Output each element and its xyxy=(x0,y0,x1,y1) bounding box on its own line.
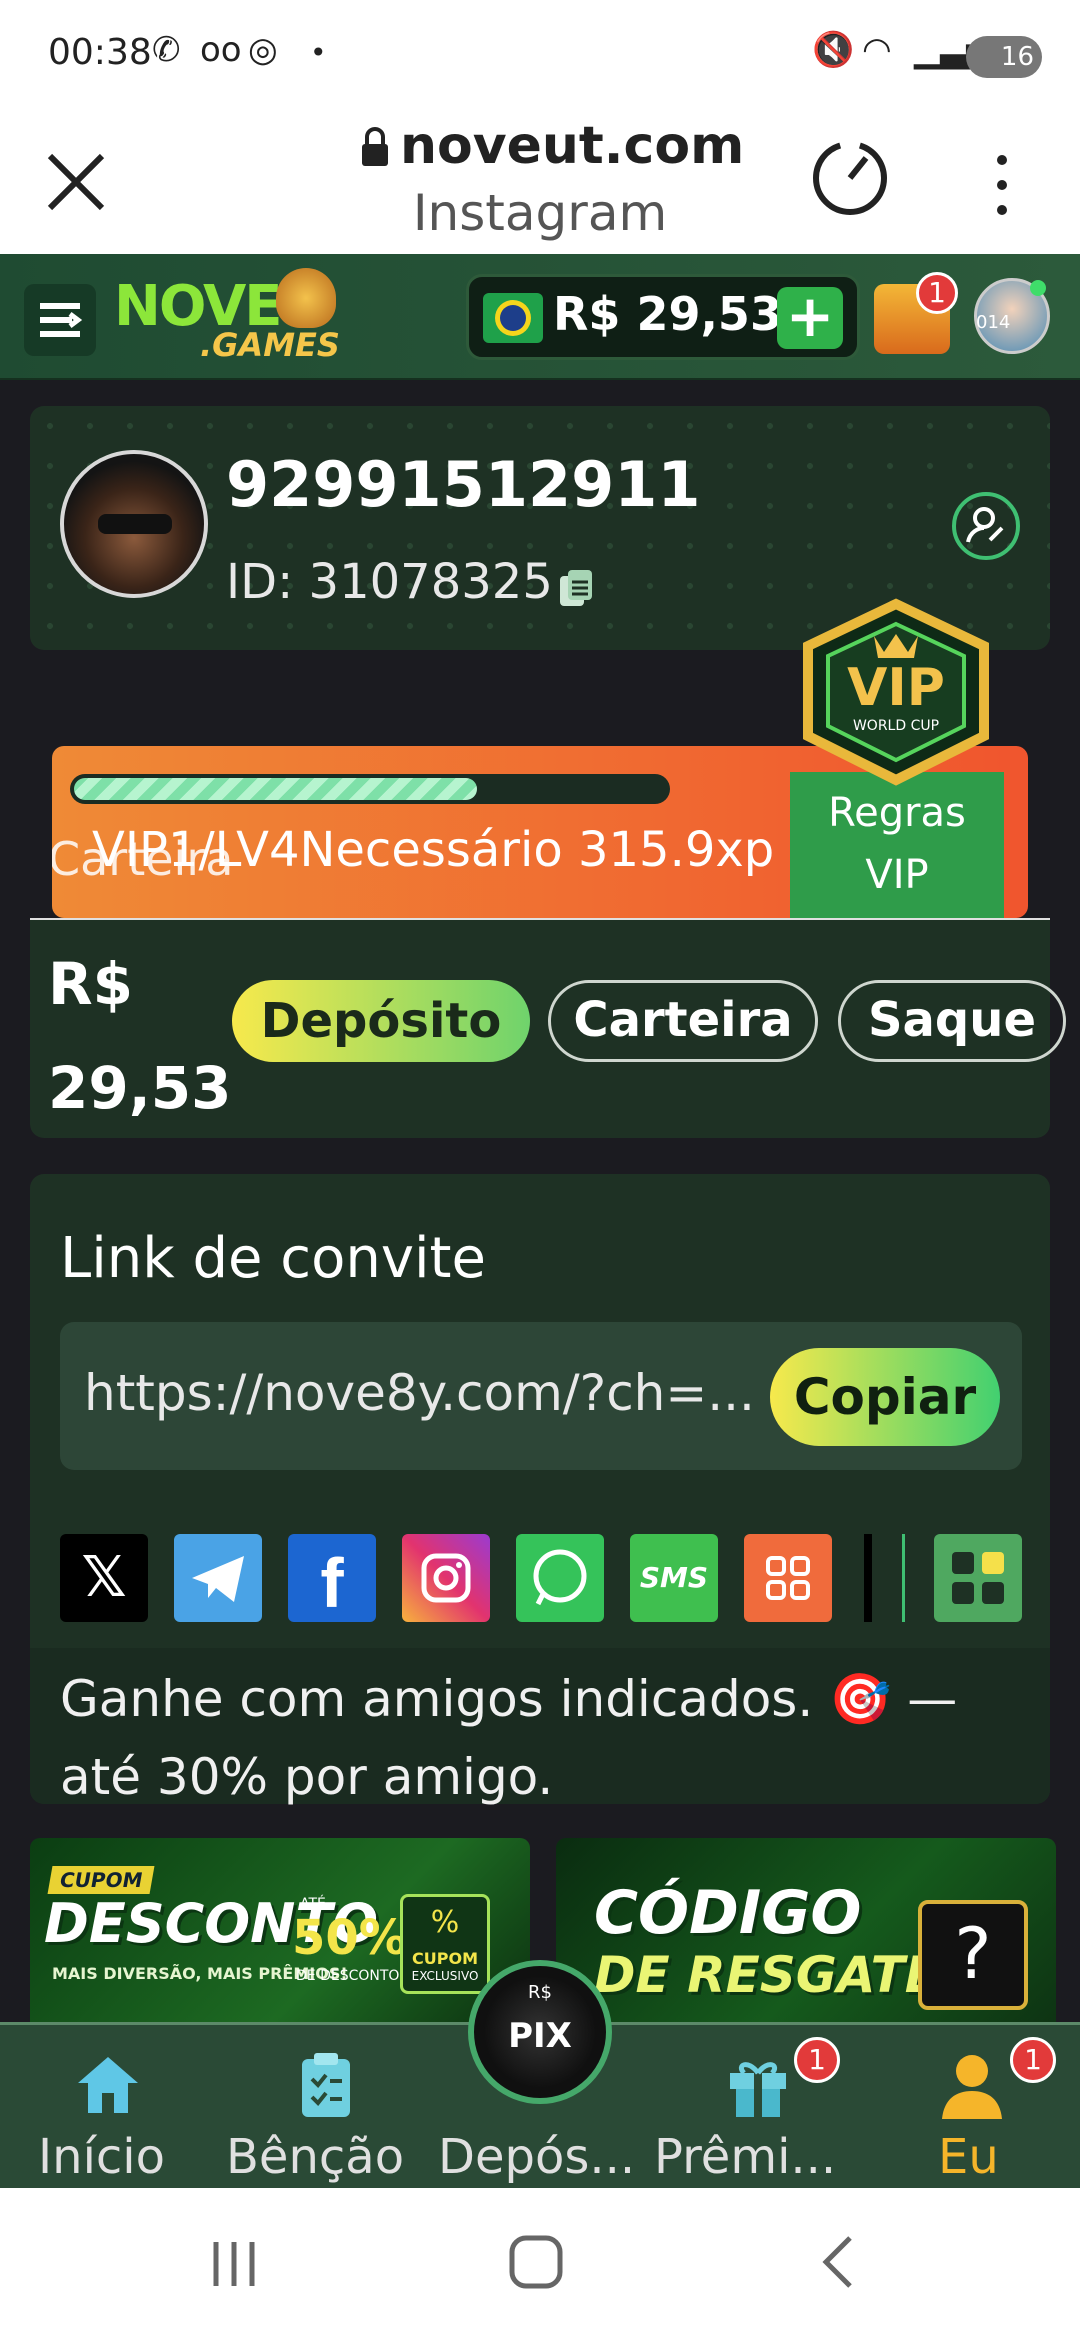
voicemail-icon: oo xyxy=(200,30,242,70)
deposit-button[interactable]: Depósito xyxy=(232,980,530,1062)
pix-currency: R$ xyxy=(528,1982,552,2003)
copy-id-icon[interactable] xyxy=(558,568,594,608)
me-badge: 1 xyxy=(1010,2037,1056,2083)
earn-description: Ganhe com amigos indicados. 🎯 — até 30% … xyxy=(60,1670,958,1806)
speed-gauge-icon[interactable] xyxy=(808,136,892,220)
online-indicator xyxy=(1030,280,1046,296)
status-bar: 00:38 ✆ oo ◎ • 🔇 ◠ ▁▃▅ 16 xyxy=(0,0,1080,110)
battery-indicator: 16 xyxy=(966,36,1042,78)
user-icon[interactable] xyxy=(936,2049,1008,2121)
scroll-divider xyxy=(864,1534,872,1622)
battery-level: 16 xyxy=(1000,42,1034,72)
wallet-amount: 29,53 xyxy=(48,1054,232,1122)
nav-prizes[interactable]: Prêmi... xyxy=(654,2129,836,2185)
wallet-section: R$ 29,53 Depósito Carteira Saque xyxy=(30,918,1066,1140)
back-icon[interactable] xyxy=(816,2232,860,2292)
vip-badge-subtitle: WORLD CUP xyxy=(852,718,940,734)
nav-me[interactable]: Eu xyxy=(938,2129,999,2185)
coupon-exclusive: EXCLUSIVO xyxy=(411,1969,479,1983)
nav-blessing[interactable]: Bênção xyxy=(226,2129,404,2185)
user-avatar[interactable] xyxy=(60,450,208,598)
more-options-icon[interactable] xyxy=(990,150,1014,220)
wifi-icon: ◠ xyxy=(862,30,892,70)
x-share-icon[interactable]: 𝕏 xyxy=(60,1534,148,1622)
coupon-ticket: % CUPOM EXCLUSIVO xyxy=(400,1894,490,1994)
hamburger-icon xyxy=(40,303,83,337)
discount-coupon-banner[interactable]: CUPOM DESCONTO MAIS DIVERSÃO, MAIS PRÊMI… xyxy=(30,1838,530,2048)
facebook-share-icon[interactable]: f xyxy=(288,1534,376,1622)
discount-percent: 50% xyxy=(292,1910,407,1966)
notification-dot: • xyxy=(310,36,327,69)
whatsapp-icon: ◎ xyxy=(248,30,278,70)
percent-icon: % xyxy=(430,1905,460,1940)
vip-rules-label-1: Regras xyxy=(828,790,966,836)
app-share-icon[interactable] xyxy=(744,1534,832,1622)
invite-link[interactable]: https://nove8y.com/?ch=... xyxy=(84,1364,774,1422)
username: 92991512911 xyxy=(226,448,701,521)
vip-badge-title: VIP xyxy=(847,658,945,718)
system-navigation-bar xyxy=(0,2188,1080,2340)
site-header: NOVE .GAMES R$ 29,53 + 1 014 xyxy=(0,254,1080,380)
vip-badge[interactable]: VIP WORLD CUP xyxy=(788,596,1004,786)
instagram-share-icon[interactable] xyxy=(402,1534,490,1622)
vip-rules-label-2: VIP xyxy=(865,852,929,898)
mute-icon: 🔇 xyxy=(812,30,855,70)
invite-section: Link de convite https://nove8y.com/?ch=.… xyxy=(30,1174,1050,1806)
close-icon[interactable] xyxy=(44,150,108,214)
user-edit-icon xyxy=(966,507,1004,543)
header-avatar-label: 014 xyxy=(976,312,1011,333)
redeem-title-2: DE RESGATE xyxy=(594,1946,939,2004)
pix-deposit-button[interactable]: R$ PIX xyxy=(468,1960,612,2104)
coupon-tag: CUPOM xyxy=(47,1866,155,1894)
wallet-balance: R$ 29,53 xyxy=(48,932,248,1140)
prizes-badge: 1 xyxy=(794,2037,840,2083)
status-time: 00:38 xyxy=(48,32,152,73)
wallet-overlay-label: Carteira xyxy=(52,832,234,886)
add-funds-button[interactable]: + xyxy=(777,287,843,349)
invite-title: Link de convite xyxy=(60,1226,486,1291)
page-domain: noveut.com xyxy=(400,116,745,176)
sms-share-icon[interactable]: SMS xyxy=(630,1534,718,1622)
sunglasses-icon xyxy=(98,514,172,534)
vip-progress-fill xyxy=(74,778,477,800)
header-balance-value: R$ 29,53 xyxy=(553,287,782,341)
logo-mascot-icon xyxy=(276,268,336,328)
user-id: ID: 31078325 xyxy=(226,554,553,610)
lock-icon xyxy=(362,127,388,166)
recent-apps-icon[interactable] xyxy=(206,2236,262,2292)
wallet-currency: R$ xyxy=(48,950,134,1018)
withdraw-button[interactable]: Saque xyxy=(838,980,1066,1062)
mystery-gift-icon: ? xyxy=(918,1900,1028,2010)
home-button-icon[interactable] xyxy=(506,2232,566,2292)
whatsapp-share-icon[interactable] xyxy=(516,1534,604,1622)
more-apps-share-icon[interactable] xyxy=(934,1534,1022,1622)
vip-progress-bar xyxy=(70,774,670,804)
invite-link-box: https://nove8y.com/?ch=... Copiar xyxy=(60,1322,1022,1470)
home-icon[interactable] xyxy=(72,2049,144,2121)
nav-home[interactable]: Início xyxy=(38,2129,165,2185)
discount-percent-sub: DE DESCONTO xyxy=(296,1968,400,1984)
browser-toolbar: noveut.com Instagram xyxy=(0,110,1080,254)
redeem-title-1: CÓDIGO xyxy=(594,1878,862,1948)
chest-badge: 1 xyxy=(916,272,958,314)
logo-subtext: .GAMES xyxy=(200,326,340,364)
brazil-flag-icon xyxy=(483,293,543,343)
copy-link-button[interactable]: Copiar xyxy=(770,1348,1000,1446)
coupon-label: CUPOM xyxy=(412,1949,478,1968)
wallet-button[interactable]: Carteira xyxy=(548,980,818,1062)
clipboard-icon[interactable] xyxy=(290,2049,362,2121)
missed-call-icon: ✆ xyxy=(152,30,181,70)
menu-button[interactable] xyxy=(24,284,96,356)
header-balance[interactable]: R$ 29,53 + xyxy=(466,274,860,360)
edit-profile-button[interactable] xyxy=(952,492,1020,560)
telegram-share-icon[interactable] xyxy=(174,1534,262,1622)
pix-label: PIX xyxy=(508,2016,572,2056)
gift-icon[interactable] xyxy=(722,2049,794,2121)
page-subtitle: Instagram xyxy=(412,184,668,242)
nav-deposit[interactable]: Depós... xyxy=(438,2129,635,2185)
vip-rules-button[interactable]: Regras VIP xyxy=(790,772,1004,918)
redeem-code-banner[interactable]: CÓDIGO DE RESGATE ? xyxy=(556,1838,1056,2048)
separator-line xyxy=(902,1534,905,1622)
